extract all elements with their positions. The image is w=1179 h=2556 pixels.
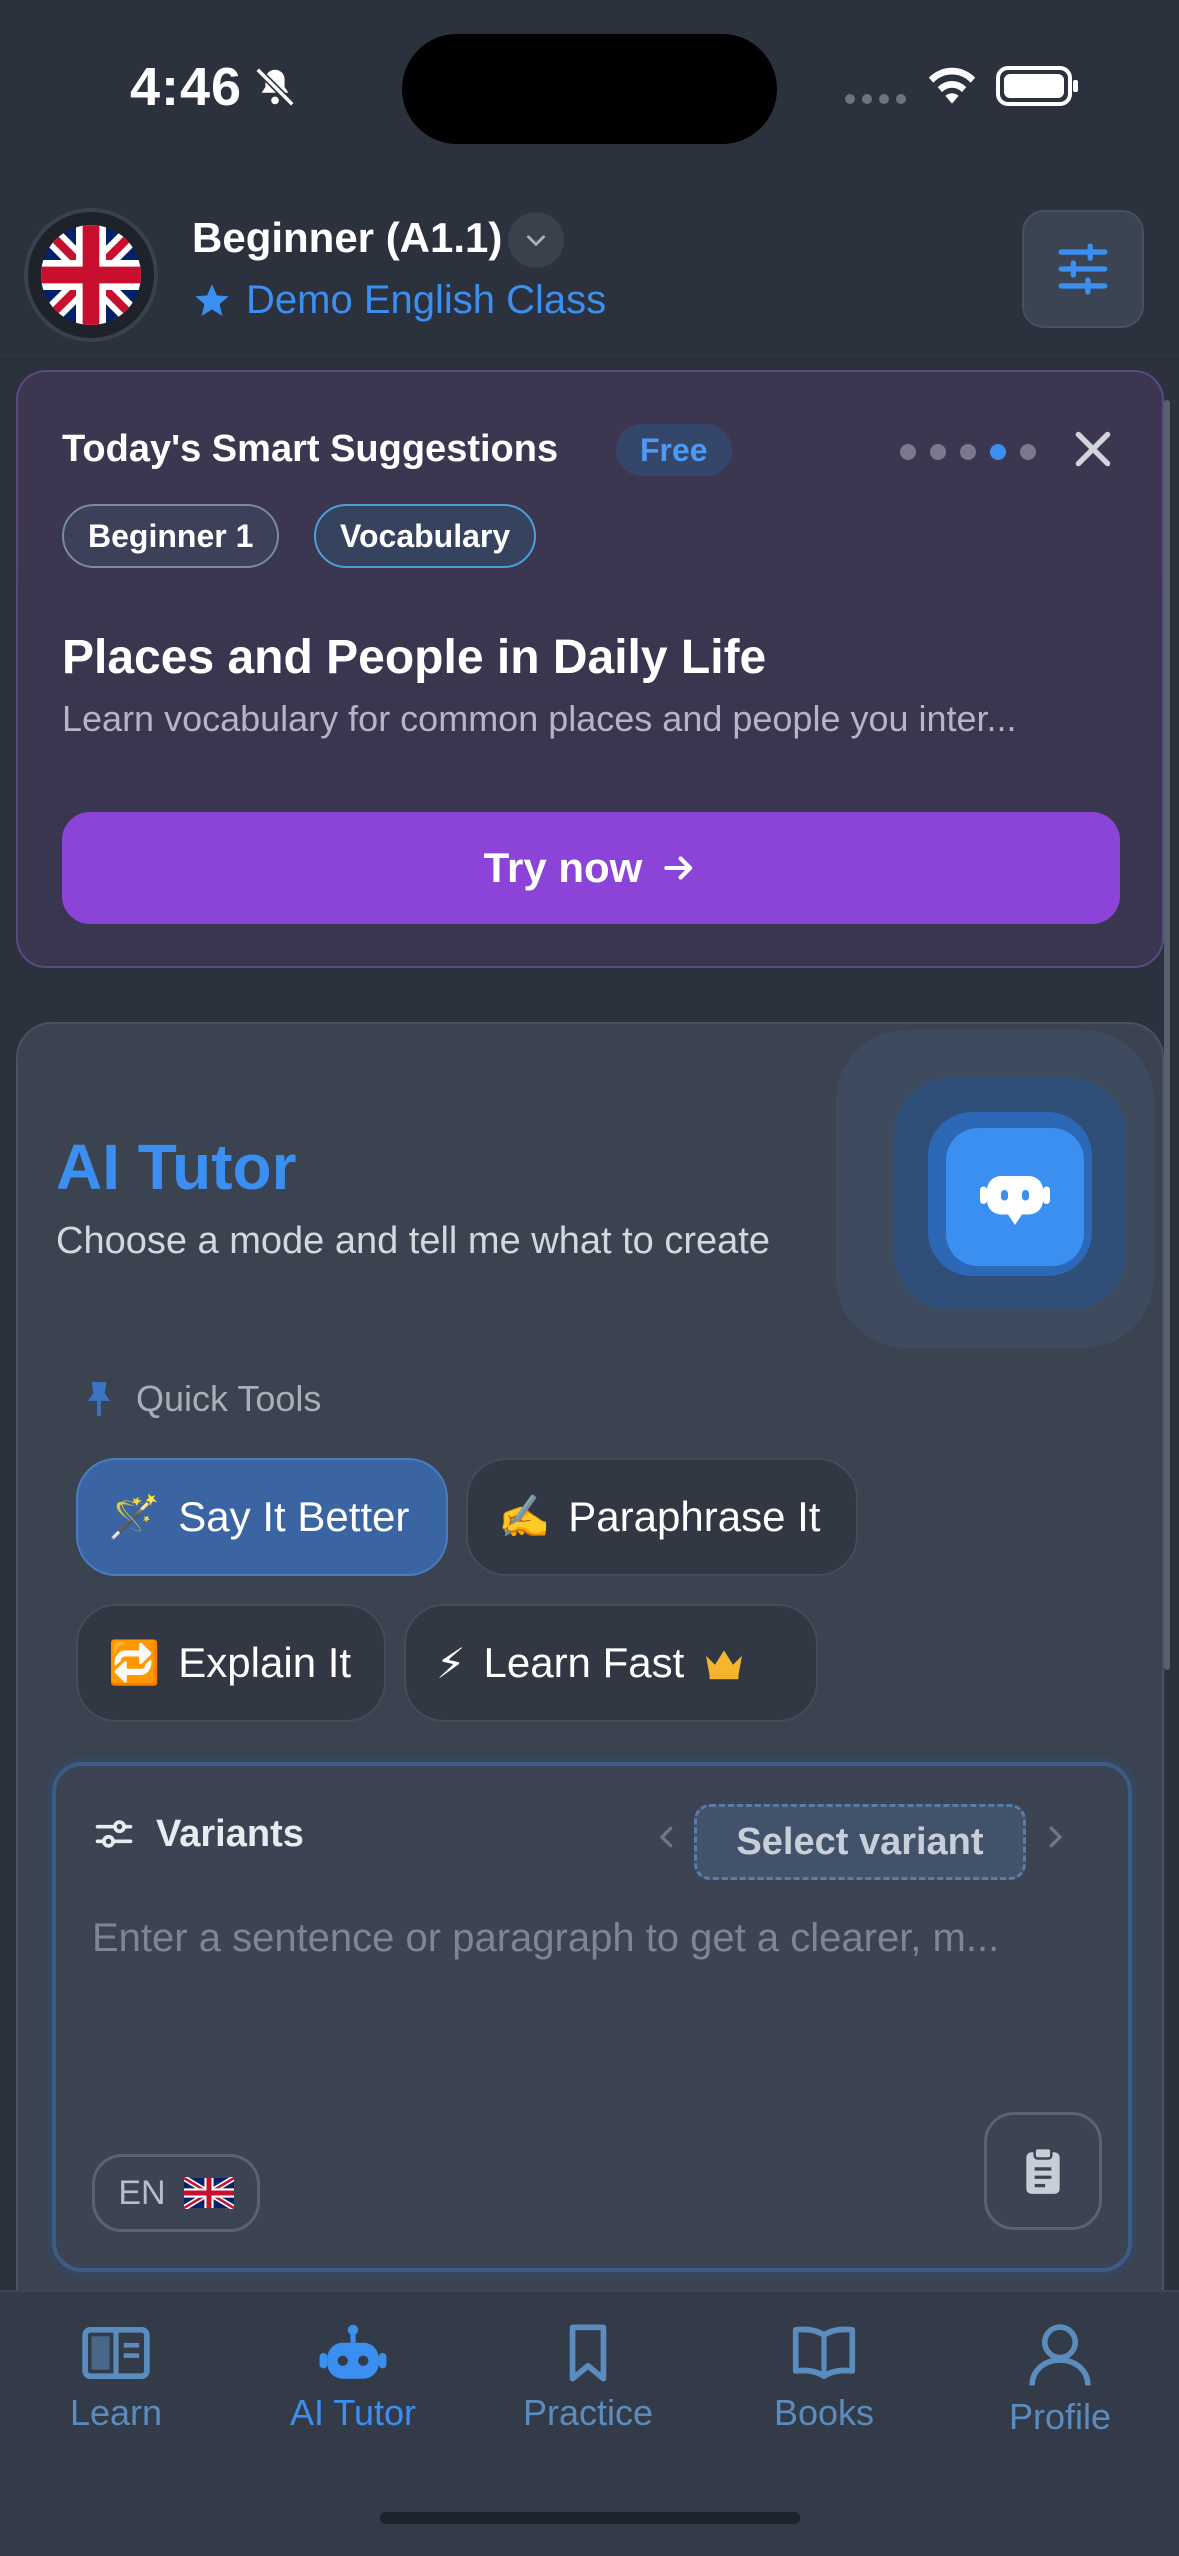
status-time: 4:46: [130, 57, 243, 117]
quick-tools-header: Quick Tools: [84, 1378, 321, 1420]
paste-button[interactable]: [984, 2112, 1102, 2230]
arrow-right-icon: [664, 856, 693, 880]
category-tag: Vocabulary: [314, 504, 537, 568]
pager-dot[interactable]: [930, 444, 946, 460]
clipboard-icon: [1026, 2146, 1060, 2194]
free-badge: Free: [616, 424, 732, 476]
battery-icon: [996, 66, 1078, 106]
tool-label: Say It Better: [178, 1493, 410, 1540]
prompt-input[interactable]: Enter a sentence or paragraph to get a c…: [92, 1916, 1092, 1961]
tutor-title: AI Tutor: [56, 1131, 297, 1203]
lightning-icon: ⚡: [436, 1639, 466, 1687]
suggestions-title: Today's Smart Suggestions: [62, 428, 559, 470]
cell-signal-icon: [845, 94, 906, 104]
tab-practice[interactable]: Practice: [488, 2322, 688, 2434]
tool-label: Explain It: [178, 1639, 352, 1686]
level-dropdown-button[interactable]: [508, 212, 564, 268]
variants-sliders-icon: [95, 1820, 133, 1848]
quick-tools-label: Quick Tools: [136, 1378, 322, 1419]
prompt-input-box[interactable]: Variants Select variant Enter a sentence…: [52, 1762, 1132, 2272]
tool-label: Learn Fast: [483, 1639, 685, 1686]
tool-explain-it[interactable]: 🔁 Explain It: [76, 1604, 386, 1722]
bookmark-icon: [569, 2324, 607, 2382]
variants-label: Variants: [156, 1812, 304, 1855]
tab-ai-tutor[interactable]: AI Tutor: [253, 2322, 453, 2434]
tool-say-it-better[interactable]: 🪄 Say It Better: [76, 1458, 448, 1576]
uk-flag-icon: [41, 225, 141, 325]
robot-avatar: [946, 1128, 1084, 1266]
level-tag: Beginner 1: [62, 504, 280, 568]
status-bar: 4:46: [0, 0, 1179, 170]
tab-label: Profile: [1008, 2396, 1112, 2437]
class-name: Demo English Class: [246, 278, 607, 322]
writing-hand-icon: ✍️: [498, 1492, 551, 1540]
tab-profile[interactable]: Profile: [960, 2322, 1160, 2438]
lesson-title: Places and People in Daily Life: [62, 631, 767, 684]
chevron-left-icon[interactable]: [652, 1822, 682, 1852]
pager-dot-active[interactable]: [990, 444, 1006, 460]
uk-flag-icon: [183, 2177, 234, 2209]
tab-books[interactable]: Books: [724, 2322, 924, 2434]
language-code: EN: [118, 2173, 166, 2212]
variants-header: Variants: [92, 1812, 304, 1856]
try-now-label: Try now: [483, 844, 643, 891]
filters-button[interactable]: [1022, 210, 1144, 328]
books-icon: [792, 2326, 856, 2379]
book-open-icon: [82, 2327, 150, 2379]
carousel-pager[interactable]: [900, 444, 1036, 460]
class-selector[interactable]: Demo English Class: [192, 278, 606, 323]
tool-label: Paraphrase It: [568, 1493, 821, 1540]
pager-dot[interactable]: [960, 444, 976, 460]
app-header: Beginner (A1.1) Demo English Class: [0, 200, 1179, 360]
select-variant-button[interactable]: Select variant: [694, 1804, 1026, 1880]
wifi-icon: [928, 67, 976, 104]
chevron-down-icon: [527, 235, 545, 246]
chevron-right-icon[interactable]: [1040, 1822, 1070, 1852]
tab-label: Learn: [69, 2392, 163, 2433]
robot-icon: [319, 2324, 387, 2379]
magic-wand-icon: 🪄: [108, 1492, 161, 1540]
tab-label: Practice: [522, 2392, 654, 2433]
crown-icon: [706, 1650, 743, 1680]
try-now-button[interactable]: Try now: [62, 812, 1120, 924]
robot-icon: [980, 1176, 1050, 1225]
tool-learn-fast[interactable]: ⚡ Learn Fast: [404, 1604, 818, 1722]
dynamic-island: [402, 34, 777, 144]
repeat-icon: 🔁: [108, 1638, 161, 1686]
home-indicator: [380, 2512, 800, 2524]
tab-label: Books: [773, 2392, 875, 2433]
bell-muted-icon: [255, 67, 295, 107]
lesson-description: Learn vocabulary for common places and p…: [62, 698, 1017, 739]
pin-icon: [87, 1382, 111, 1416]
pager-dot[interactable]: [900, 444, 916, 460]
level-title[interactable]: Beginner (A1.1): [192, 214, 502, 262]
sliders-icon: [1058, 243, 1108, 295]
tutor-subtitle: Choose a mode and tell me what to create: [56, 1220, 770, 1262]
smart-suggestions-card: Today's Smart Suggestions Free Beginner …: [16, 370, 1164, 968]
close-icon[interactable]: [1068, 424, 1118, 474]
course-flag-avatar[interactable]: [24, 208, 158, 342]
tab-learn[interactable]: Learn: [16, 2322, 216, 2434]
ai-tutor-card: AI Tutor Choose a mode and tell me what …: [16, 1022, 1164, 2422]
pager-dot[interactable]: [1020, 444, 1036, 460]
tab-label: AI Tutor: [289, 2392, 417, 2433]
star-icon: [195, 283, 229, 316]
tool-paraphrase-it[interactable]: ✍️ Paraphrase It: [466, 1458, 858, 1576]
scrollbar[interactable]: [1164, 400, 1170, 1670]
user-icon: [1029, 2324, 1091, 2386]
language-selector[interactable]: EN: [92, 2154, 260, 2232]
